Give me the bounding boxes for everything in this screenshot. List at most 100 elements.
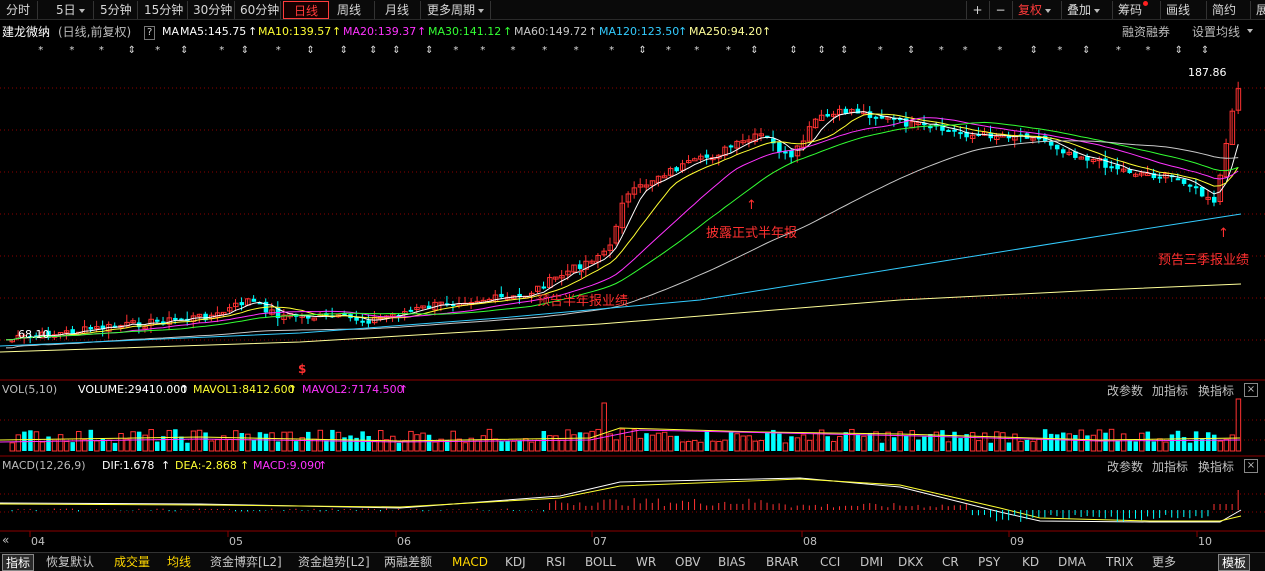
macd-close-icon[interactable]: × [1244,459,1258,473]
tab-volume[interactable]: 成交量 [114,554,150,571]
tab-dmi[interactable]: DMI [860,554,883,571]
event-marker-icon: * [1057,45,1062,56]
volume-bar-down [916,439,921,451]
macd-panel-header: MACD(12,26,9) DIF:1.678 ↑ DEA:-2.868 ↑ M… [0,459,1265,473]
volume-bar-down [203,432,208,451]
tab-psy[interactable]: PSY [978,554,1000,571]
volume-bar-down [825,436,830,451]
event-marker-icon: ⇕ [1201,45,1209,56]
kline-chart[interactable]: * * * ⇕ * ⇕ * ⇕ * ⇕ ⇕ ⇕ ⇕ ⇕ * * * * * * ⇕ * * * ⇕ ⇕ ⇕ ⇕ * ⇕ * * * ⇕ * ⇕ * * ⇕ ⇕ [0,0,1265,571]
macd-arrow-icon: ↑ [318,459,328,472]
x-axis-label: 07 [593,535,607,548]
tab-brar[interactable]: BRAR [766,554,799,571]
tab-trix[interactable]: TRIX [1106,554,1133,571]
x-axis-label: 09 [1010,535,1024,548]
volume-bar-down [1042,429,1048,451]
macd-switch-indicator-button[interactable]: 换指标 [1198,458,1234,475]
vol-close-icon[interactable]: × [1244,383,1258,397]
event-marker-icon: ⇕ [840,45,848,56]
tab-template[interactable]: 模板 [1218,554,1251,571]
volume-bar-down [843,432,849,451]
candle-body-down [360,320,365,323]
tab-kdj[interactable]: KDJ [505,554,526,571]
tab-dma[interactable]: DMA [1058,554,1086,571]
volume-bar-up [226,438,233,452]
volume-bar-up [63,441,70,452]
event-marker-icon: * [694,45,699,56]
event-marker-icon: * [666,45,671,56]
volume-bar-up [9,442,16,452]
macd-add-indicator-button[interactable]: 加指标 [1152,458,1188,475]
volume-bar-up [1030,440,1036,452]
vol-change-params-button[interactable]: 改参数 [1107,382,1143,399]
volume-bar-up [994,431,1000,452]
tab-cci[interactable]: CCI [820,554,840,571]
tab-margin-diff[interactable]: 两融差额 [384,554,432,571]
vol-switch-indicator-button[interactable]: 换指标 [1198,382,1234,399]
tab-fund-game[interactable]: 资金博弈[L2] [210,554,282,571]
volume-bar-up [830,441,837,452]
volume-bar-up [981,432,988,452]
tab-obv[interactable]: OBV [675,554,701,571]
scroll-left-button[interactable]: « [2,533,9,547]
volume-bar-down [867,432,873,451]
x-axis-label: 04 [31,535,45,548]
volume-bar-up [474,440,481,452]
volume-bar-up [782,442,789,452]
candle-body-up [692,158,698,162]
volume-bar-up [698,441,704,452]
candle-body-down [88,327,94,330]
volume-bar-up [335,431,342,452]
volume-bar-down [644,433,649,451]
tab-boll[interactable]: BOLL [585,554,616,571]
tab-kd[interactable]: KD [1022,554,1039,571]
tab-dkx[interactable]: DKX [898,554,923,571]
volume-bar-up [806,439,813,452]
volume-bar-up [118,432,124,452]
dividend-marker-icon[interactable]: $ [298,362,306,376]
x-axis-label: 10 [1198,535,1212,548]
tab-bias[interactable]: BIAS [718,554,746,571]
volume-bar-up [710,440,716,452]
volume-bar-down [161,436,166,451]
annotation-q3-forecast: 预告三季报业绩 [1158,253,1250,268]
volume-bar-up [57,434,64,452]
volume-bar-down [426,434,432,451]
volume-bar-up [794,437,801,452]
volume-bar-down [1061,432,1066,451]
candle-body-down [239,302,245,306]
tab-more[interactable]: 更多 [1152,554,1176,571]
candle-body-down [728,145,734,148]
volume-bar-down [444,440,450,451]
tab-ma[interactable]: 均线 [167,554,191,571]
volume-bar-up [432,441,438,452]
volume-bar-down [1145,431,1151,451]
annotation-arrow-icon: ↑ [576,268,587,283]
event-marker-icon: ⇕ [180,45,188,56]
volume-bar-up [686,440,692,452]
tab-restore-default[interactable]: 恢复默认 [46,554,94,571]
annotation-arrow-icon: ↑ [746,198,757,213]
event-marker-icon: * [69,45,74,56]
volume-bar-up [679,441,686,452]
volume-bar-down [1205,432,1211,451]
event-marker-icon: ⇕ [241,45,249,56]
macd-change-params-button[interactable]: 改参数 [1107,458,1143,475]
tab-macd[interactable]: MACD [452,554,488,571]
macd-title: MACD(12,26,9) [2,459,86,472]
volume-bar-down [728,432,734,451]
volume-bar-down [541,431,547,451]
event-marker-icon: * [276,45,281,56]
tab-cr[interactable]: CR [942,554,959,571]
tab-rsi[interactable]: RSI [546,554,566,571]
volume-bar-down [46,436,51,451]
volume-bar-down [1133,441,1138,451]
vol-add-indicator-button[interactable]: 加指标 [1152,382,1188,399]
volume-bar-down [789,436,794,451]
volume-bar-up [166,429,173,452]
tab-indicators[interactable]: 指标 [2,554,35,571]
volume-bar-down [1169,434,1175,451]
event-marker-icon: ⇕ [1082,45,1090,56]
tab-wr[interactable]: WR [636,554,656,571]
tab-fund-trend[interactable]: 资金趋势[L2] [298,554,370,571]
